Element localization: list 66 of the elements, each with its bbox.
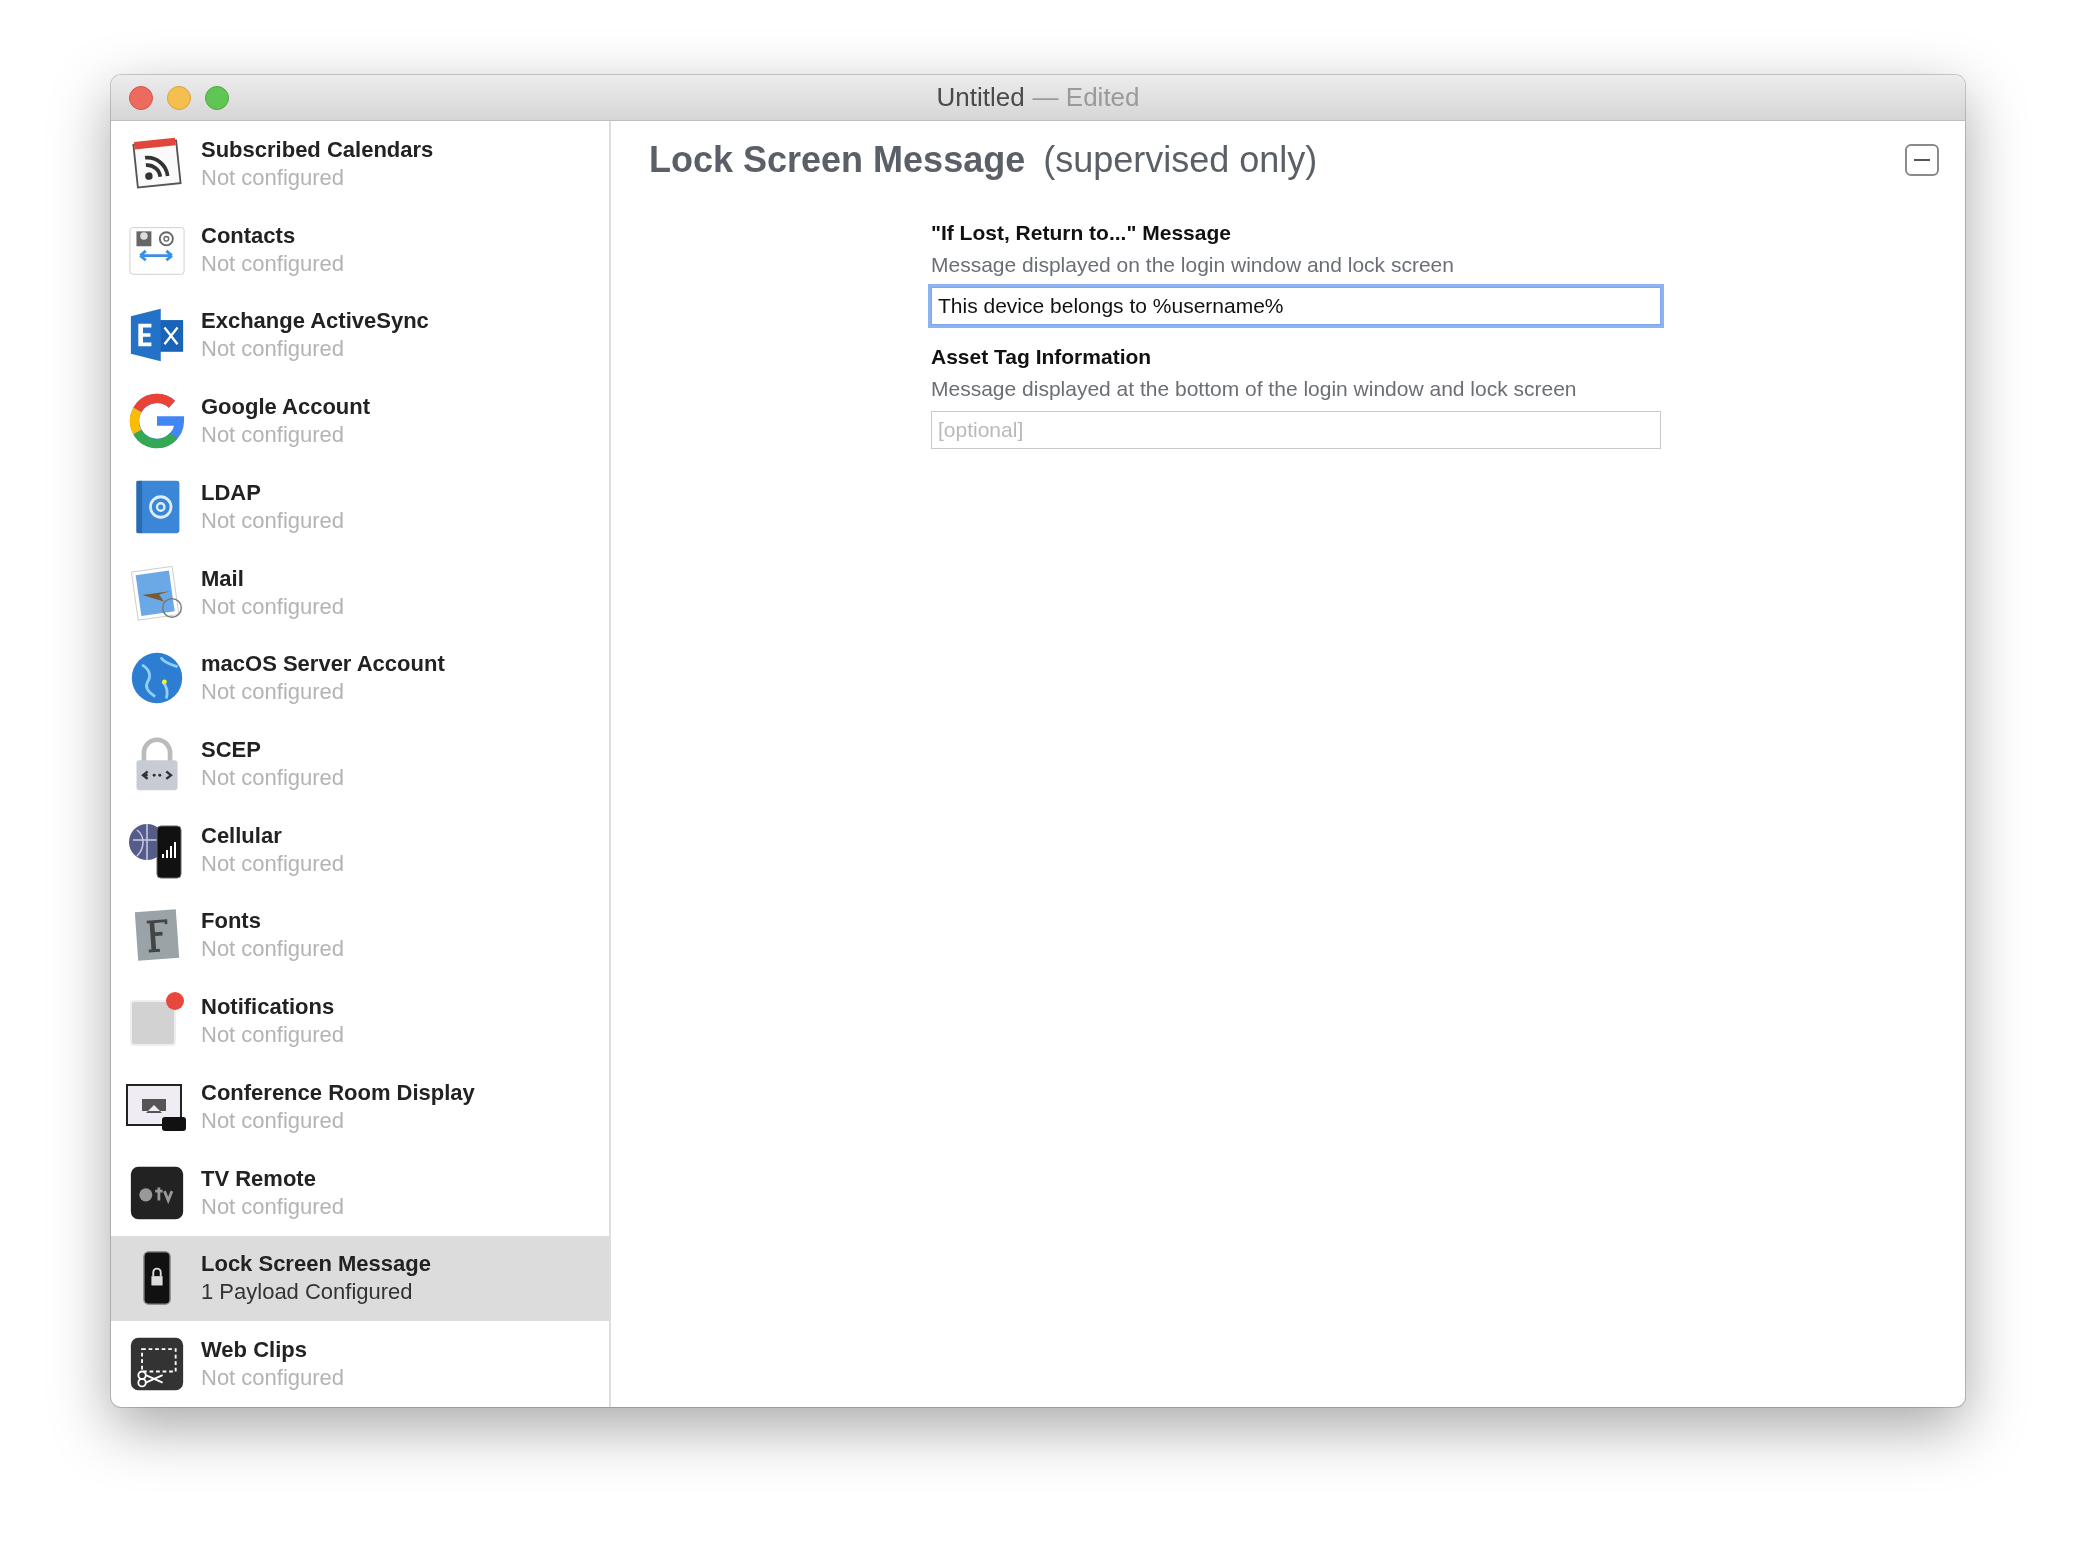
zoom-button[interactable] <box>205 85 229 110</box>
item-status: Not configured <box>201 422 346 449</box>
item-title: Exchange ActiveSync <box>201 308 429 335</box>
item-status: Not configured <box>201 765 345 791</box>
window-title: Untitled <box>936 82 1025 113</box>
sidebar-item[interactable]: Notifications Not configured <box>111 978 609 1065</box>
field-description: Message displayed at the bottom of the login window and lock screen <box>931 377 1578 401</box>
text-field[interactable]: [optional] <box>931 411 1661 449</box>
item-status: Not configured <box>201 164 346 191</box>
sidebar-item[interactable]: Contacts Not configured <box>111 206 609 293</box>
item-title: Web Clips <box>201 1337 308 1364</box>
payload-title: Lock Screen Message <box>649 139 1026 181</box>
web-clip-icon <box>129 1336 185 1393</box>
sidebar-item[interactable]: Lock Screen Message 1 Payload Configured <box>111 1235 609 1322</box>
field-label: "If Lost, Return to..." Message <box>931 221 1232 245</box>
sidebar-item[interactable]: Google Account Not configured <box>111 378 609 464</box>
item-title: Notifications <box>201 994 336 1021</box>
item-status: Not configured <box>201 507 345 534</box>
item-status: Not configured <box>201 1022 345 1049</box>
sidebar-item[interactable]: Exchange ActiveSync Not configured <box>111 292 609 379</box>
item-status: Not configured <box>201 850 345 877</box>
item-title: Lock Screen Message <box>201 1251 431 1278</box>
item-title: Mail <box>201 565 245 592</box>
field-description: Message displayed on the login window and lock screen <box>931 253 1455 277</box>
item-title: Fonts <box>201 908 262 935</box>
close-button[interactable] <box>129 85 153 110</box>
sidebar-item[interactable]: SCEP Not configured <box>111 721 609 807</box>
item-title: Contacts <box>201 222 297 249</box>
item-status: Not configured <box>201 936 345 963</box>
item-title: macOS Server Account <box>201 651 445 678</box>
item-status: Not configured <box>201 1107 346 1134</box>
minus-icon <box>1914 158 1930 162</box>
item-status: Not configured <box>201 593 345 620</box>
minimize-button[interactable] <box>167 85 191 110</box>
rss-calendar-icon <box>129 135 185 192</box>
sidebar-item[interactable]: Mail Not configured <box>111 549 609 636</box>
item-status: Not configured <box>201 679 346 706</box>
sidebar-item[interactable]: Web Clips Not configured <box>111 1321 609 1407</box>
stamp-icon <box>129 564 185 621</box>
sidebar-item[interactable]: Fonts Not configured <box>111 892 609 979</box>
item-title: TV Remote <box>201 1165 317 1192</box>
item-title: SCEP <box>201 737 262 763</box>
item-status: Not configured <box>201 336 346 363</box>
item-title: Cellular <box>201 822 283 849</box>
item-status: Not configured <box>201 250 345 277</box>
sidebar-item[interactable]: Subscribed Calendars Not configured <box>111 121 609 207</box>
item-title: Conference Room Display <box>201 1079 475 1106</box>
item-status: Not configured <box>201 1193 345 1220</box>
edited-status: — Edited <box>1032 82 1140 113</box>
item-title: Subscribed Calendars <box>201 136 434 163</box>
exchange-icon <box>129 307 185 364</box>
item-status: Not configured <box>201 1365 345 1392</box>
text-field[interactable]: This device belongs to %username% <box>931 287 1661 325</box>
sidebar-item[interactable]: TV Remote Not configured <box>111 1149 609 1236</box>
sidebar-item[interactable]: LDAP Not configured <box>111 463 609 550</box>
google-icon <box>129 393 185 450</box>
item-title: LDAP <box>201 479 262 506</box>
payload-qualifier: (supervised only) <box>1043 139 1318 181</box>
item-title: Google Account <box>201 394 371 421</box>
sidebar-item[interactable]: macOS Server Account Not configured <box>111 635 609 722</box>
tv-app-icon <box>129 1164 185 1221</box>
sidebar-item[interactable]: Cellular Not configured <box>111 806 609 893</box>
item-status: 1 Payload Configured <box>201 1279 414 1306</box>
field-label: Asset Tag Information <box>931 345 1153 369</box>
collapse-button[interactable] <box>1905 144 1939 176</box>
sidebar-item[interactable]: Conference Room Display Not configured <box>111 1064 609 1150</box>
